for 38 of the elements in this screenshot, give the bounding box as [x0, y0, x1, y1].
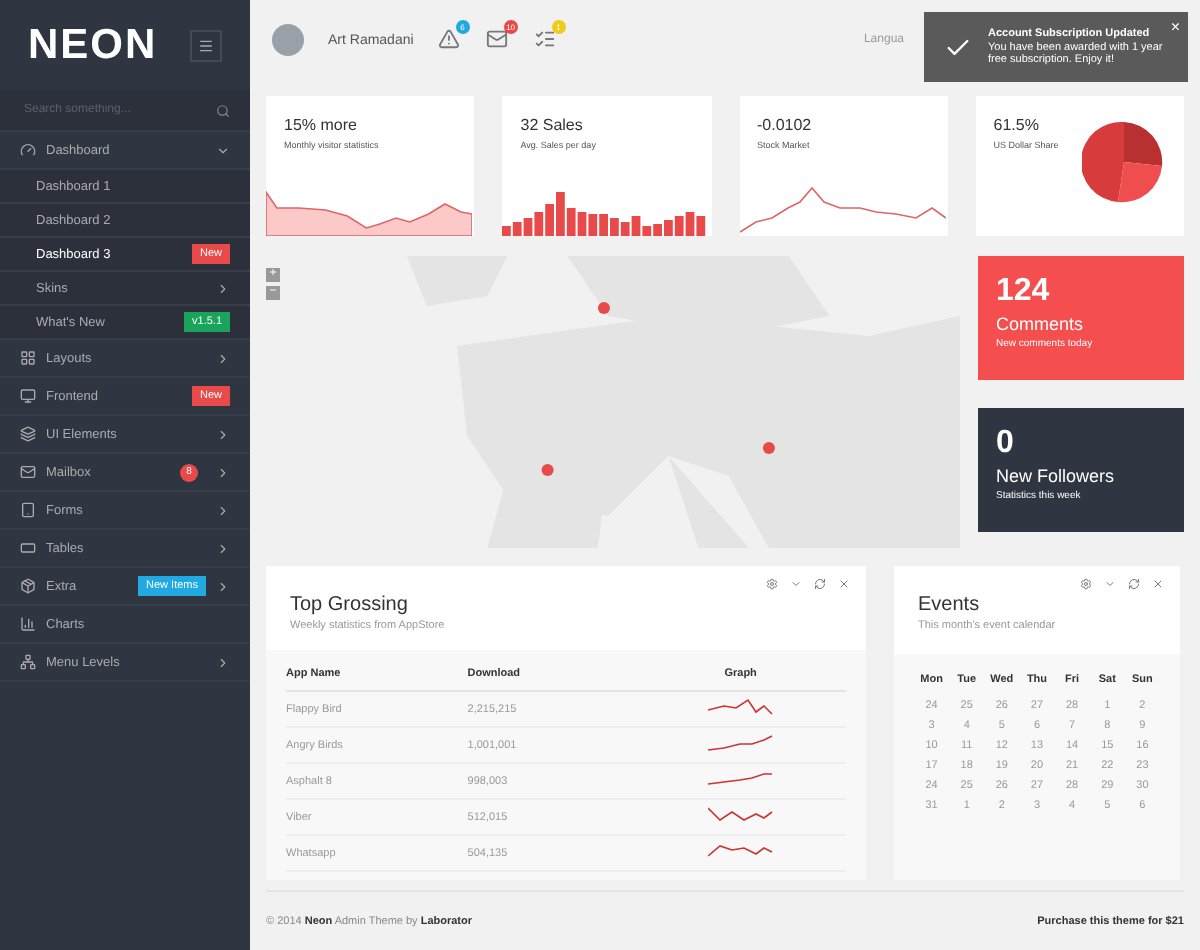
layers-icon [20, 426, 36, 442]
menu-button[interactable] [190, 29, 222, 61]
sparkline [707, 698, 774, 716]
stat-value: 15% more [282, 116, 359, 134]
mail-icon [20, 464, 36, 480]
panel-title: Events [918, 594, 982, 616]
gauge-icon [20, 142, 36, 158]
monitor-icon [20, 388, 36, 404]
logo: NEON [28, 21, 158, 69]
rectangle-icon [20, 540, 36, 556]
close-icon[interactable] [838, 578, 850, 590]
stat-value: -0.0102 [755, 116, 814, 134]
grid-icon [20, 350, 36, 366]
close-button[interactable]: × [1170, 18, 1180, 36]
tile-value: 0 [996, 426, 1016, 462]
tile-value: 124 [996, 274, 1052, 310]
sparkline [707, 734, 774, 752]
close-icon[interactable] [1152, 578, 1164, 590]
panel-title: Top Grossing [290, 594, 410, 616]
avatar [272, 24, 304, 56]
stat-value: 61.5% [991, 116, 1041, 134]
package-icon [20, 578, 36, 594]
menu-icon [198, 37, 214, 53]
refresh-icon[interactable] [814, 578, 826, 590]
sparkline [707, 770, 774, 788]
tile-title: Comments [996, 314, 1086, 334]
stat-value: 32 Sales [518, 116, 585, 134]
tile-title: New Followers [996, 466, 1117, 486]
tablet-icon [20, 502, 36, 518]
settings-icon[interactable] [1080, 578, 1092, 590]
bar-chart-icon [20, 616, 36, 632]
refresh-icon[interactable] [1128, 578, 1140, 590]
sparkline [707, 842, 774, 860]
hierarchy-icon [20, 654, 36, 670]
sparkline [707, 806, 774, 824]
pie-chart [1082, 120, 1166, 204]
settings-icon[interactable] [766, 578, 778, 590]
search-icon[interactable] [216, 103, 230, 117]
